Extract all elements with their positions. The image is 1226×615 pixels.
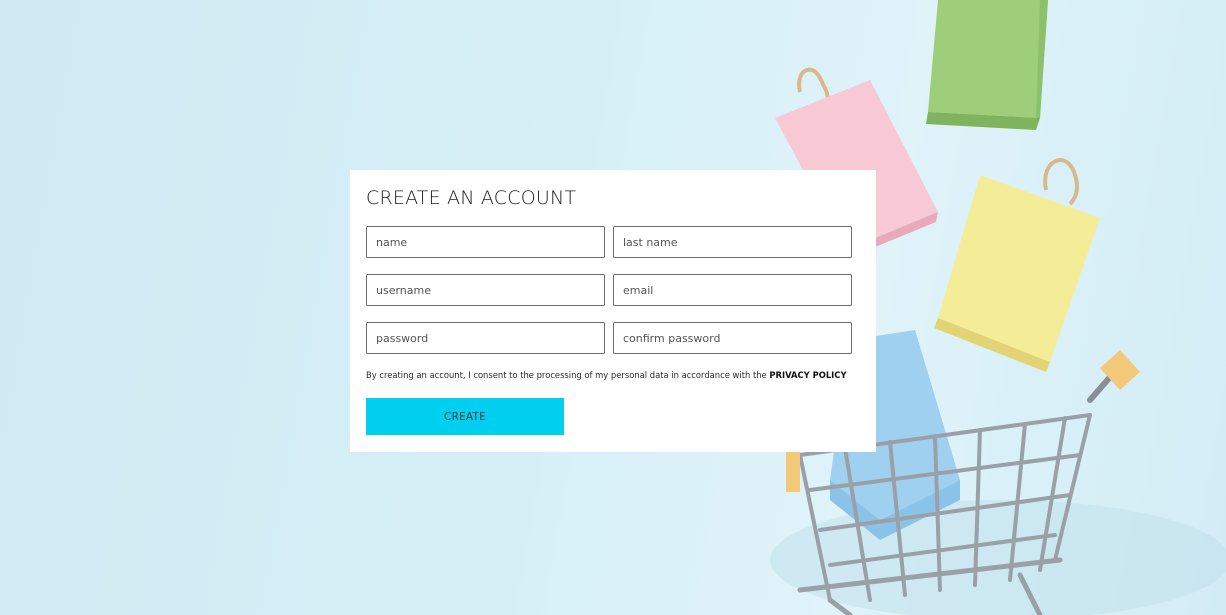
consent-text: By creating an account, I consent to the…	[366, 370, 860, 381]
password-input[interactable]	[366, 322, 605, 354]
email-input[interactable]	[613, 274, 852, 306]
cart-handle-icon	[1087, 350, 1140, 403]
username-input[interactable]	[366, 274, 605, 306]
name-input[interactable]	[366, 226, 605, 258]
confirm-password-input[interactable]	[613, 322, 852, 354]
page-title: CREATE AN ACCOUNT	[366, 187, 577, 209]
create-button[interactable]: CREATE	[366, 398, 564, 435]
cart-wheel-icon	[786, 452, 800, 492]
yellow-bag-icon	[934, 158, 1100, 372]
last-name-input[interactable]	[613, 226, 852, 258]
consent-sentence: By creating an account, I consent to the…	[366, 370, 770, 380]
create-account-card: CREATE AN ACCOUNT By creating an account…	[350, 170, 876, 452]
field-row-names	[366, 226, 860, 258]
field-row-passwords	[366, 322, 860, 354]
green-bag-icon	[926, 0, 1048, 130]
privacy-policy-link[interactable]: PRIVACY POLICY	[769, 370, 846, 380]
field-row-account	[366, 274, 860, 306]
